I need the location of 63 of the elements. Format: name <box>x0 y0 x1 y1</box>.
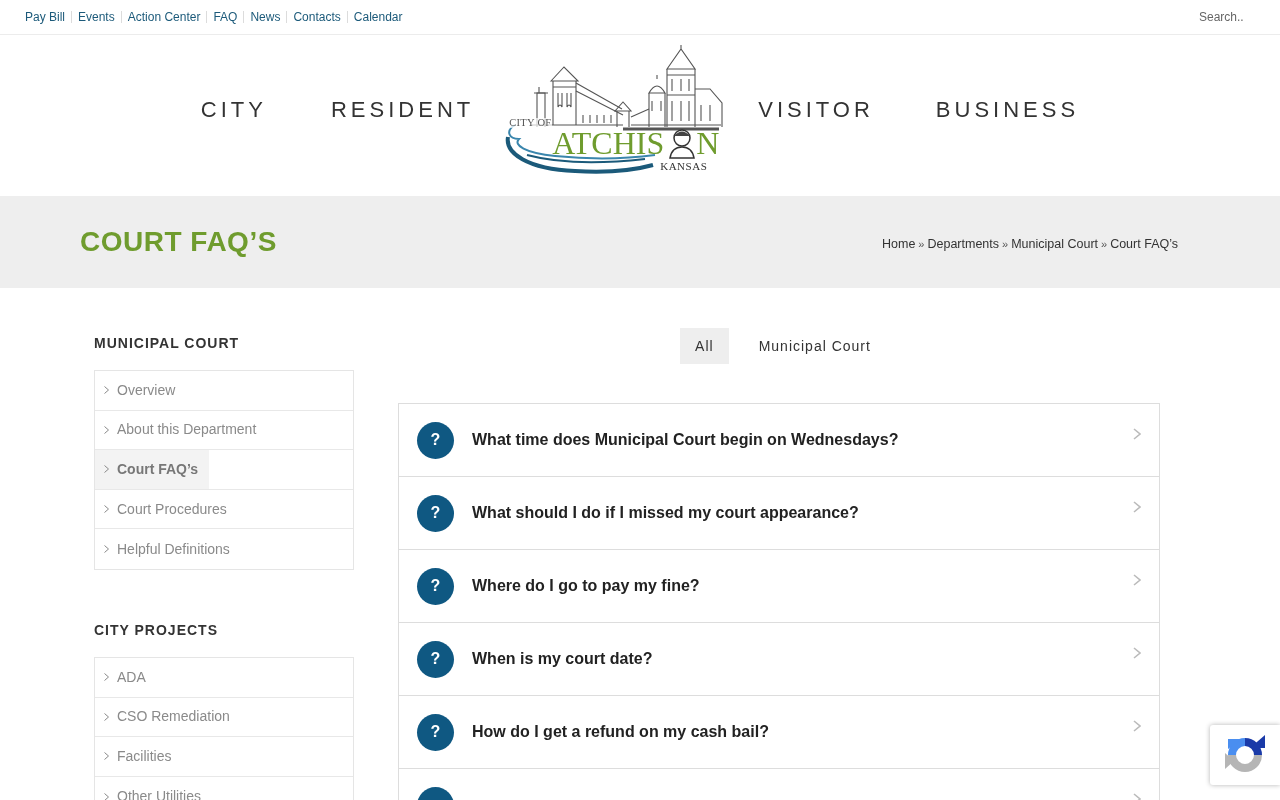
sidebar-link[interactable]: CSO Remediation <box>95 697 241 737</box>
chevron-right-icon <box>104 505 109 514</box>
top-link[interactable]: Pay Bill <box>25 8 65 26</box>
top-link[interactable]: Calendar <box>353 8 403 26</box>
recaptcha-logo-icon <box>1224 735 1266 775</box>
chevron-right-icon <box>104 752 109 761</box>
breadcrumb-link[interactable]: Home <box>882 234 916 254</box>
breadcrumb-current: Court FAQ’s <box>1110 235 1178 253</box>
chevron-right-icon <box>104 425 109 434</box>
chevron-right-icon <box>1133 574 1141 586</box>
filter-tab[interactable]: Municipal Court <box>743 328 886 364</box>
faq-question[interactable]: What time does Municipal Court begin on Wednesdays? <box>472 428 899 452</box>
question-icon: ? <box>417 640 454 678</box>
chevron-right-icon <box>104 673 109 682</box>
sidebar-link[interactable]: Overview <box>95 371 187 410</box>
page-title: COURT FAQ’S <box>80 225 277 259</box>
faq-question[interactable]: How do I get a refund on my cash bail? <box>472 720 769 744</box>
sidebar-link[interactable]: Helpful Definitions <box>95 529 241 569</box>
chevron-right-icon <box>1133 647 1141 659</box>
top-link[interactable]: Action Center <box>127 8 201 26</box>
chevron-right-icon <box>1133 428 1141 440</box>
chevron-right-icon <box>104 792 109 800</box>
top-link[interactable]: News <box>250 8 281 26</box>
nav-link[interactable]: RESIDENT <box>331 93 475 126</box>
filter-tab[interactable]: All <box>680 328 729 364</box>
top-link[interactable]: FAQ <box>213 8 238 26</box>
search-field[interactable]: Search.. <box>1199 7 1265 27</box>
nav-link[interactable]: VISITOR <box>758 93 874 126</box>
chevron-right-icon <box>1133 720 1141 732</box>
nav-link[interactable]: CITY <box>200 93 267 126</box>
breadcrumb-link[interactable]: Departments <box>927 234 1000 254</box>
sidebar-link[interactable]: Court FAQ’s <box>95 450 210 489</box>
top-link[interactable]: Contacts <box>293 8 341 26</box>
chevron-right-icon <box>104 465 109 474</box>
logo-text: ATCHIS <box>552 126 665 159</box>
sidebar-heading: CITY PROJECTS <box>94 620 219 640</box>
sidebar-link[interactable]: Facilities <box>95 737 183 776</box>
chevron-right-icon <box>104 545 109 554</box>
faq-question[interactable]: Where do I go to pay my fine? <box>472 574 700 598</box>
chevron-right-icon <box>104 386 109 395</box>
sidebar-heading: MUNICIPAL COURT <box>94 334 241 353</box>
chevron-right-icon <box>1133 501 1141 513</box>
breadcrumb-separator: » <box>1002 236 1009 252</box>
question-icon: ? <box>417 494 454 532</box>
breadcrumb-link[interactable]: Municipal Court <box>1011 234 1098 254</box>
portrait-silhouette-icon <box>669 126 696 159</box>
breadcrumb-separator: » <box>918 236 925 252</box>
question-icon: ? <box>417 567 454 605</box>
question-icon: ? <box>417 421 454 459</box>
sidebar-link[interactable]: About this Department <box>95 410 268 450</box>
logo-text: CITY OF <box>509 117 552 128</box>
logo-text: KANSAS <box>660 160 708 172</box>
question-icon: ? <box>417 713 454 751</box>
breadcrumb-separator: » <box>1101 236 1108 252</box>
nav-link[interactable]: BUSINESS <box>935 93 1080 126</box>
sidebar-link[interactable]: Court Procedures <box>95 489 238 529</box>
logo-text: N <box>696 126 720 159</box>
faq-question[interactable]: When is my court date? <box>472 647 653 671</box>
chevron-right-icon <box>104 712 109 721</box>
sidebar-link[interactable]: ADA <box>95 657 157 697</box>
recaptcha-badge[interactable] <box>1210 725 1280 785</box>
top-link[interactable]: Events <box>78 8 115 26</box>
faq-question[interactable]: What should I do if I missed my court appearance? <box>472 501 859 525</box>
